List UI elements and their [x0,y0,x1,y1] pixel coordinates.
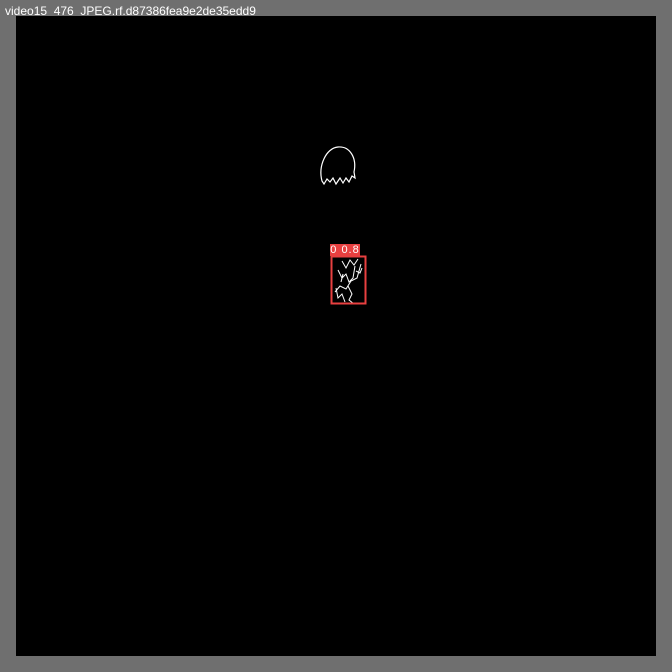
image-content [320,146,367,305]
detection-label: 0 0.8 [330,244,360,256]
image-canvas[interactable]: 0 0.8 [16,16,656,656]
dome-outline [320,146,356,186]
image-viewer-frame: video15_476_JPEG.rf.d87386fea9e2de35edd9… [0,0,672,672]
detected-object-sketch [334,258,363,305]
